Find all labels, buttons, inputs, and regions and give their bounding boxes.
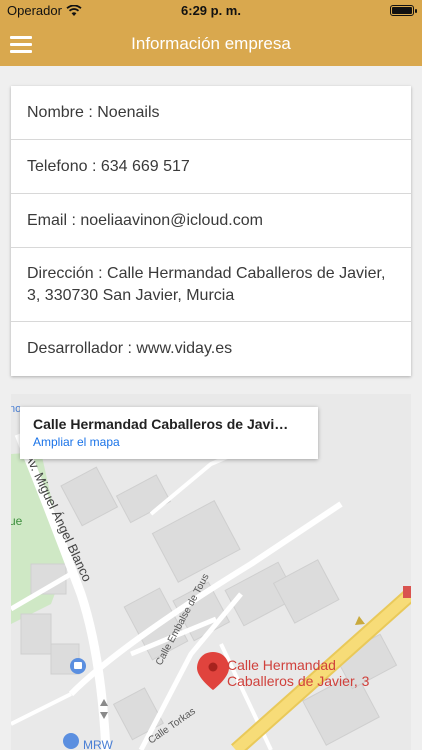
email-text: Email : noeliaavinon@icloud.com xyxy=(27,211,263,229)
mrw-poi-label: MRW xyxy=(83,738,113,750)
shopping-bag-icon xyxy=(74,662,82,669)
name-row: Nombre : Noenails xyxy=(11,86,411,140)
map-place-card: Calle Hermandad Caballeros de Javi… Ampl… xyxy=(20,407,318,459)
highway-marker xyxy=(403,586,411,598)
map-place-title: Calle Hermandad Caballeros de Javi… xyxy=(33,416,289,432)
map-edge-label-park: ue xyxy=(11,514,23,528)
address-text: Dirección : Calle Hermandad Caballeros d… xyxy=(27,264,386,304)
company-info-card: Nombre : Noenails Telefono : 634 669 517… xyxy=(11,86,411,376)
email-row[interactable]: Email : noeliaavinon@icloud.com xyxy=(11,194,411,248)
developer-row[interactable]: Desarrollador : www.viday.es xyxy=(11,322,411,376)
developer-text: Desarrollador : www.viday.es xyxy=(27,340,233,357)
name-text: Nombre : Noenails xyxy=(27,103,160,121)
status-time: 6:29 p. m. xyxy=(181,3,241,18)
enlarge-map-link[interactable]: Ampliar el mapa xyxy=(33,435,305,449)
page-title: Información empresa xyxy=(131,34,291,53)
pin-label-line1: Calle Hermandad xyxy=(227,657,336,673)
mrw-poi-icon[interactable] xyxy=(63,733,79,749)
address-row[interactable]: Dirección : Calle Hermandad Caballeros d… xyxy=(11,248,411,322)
pin-label-line2: Caballeros de Javier, 3 xyxy=(227,673,370,689)
phone-text: Telefono : 634 669 517 xyxy=(27,157,190,175)
phone-row[interactable]: Telefono : 634 669 517 xyxy=(11,140,411,194)
battery-icon xyxy=(390,5,417,16)
navigation-bar: Información empresa xyxy=(0,22,422,66)
status-bar: Operador 6:29 p. m. xyxy=(0,0,422,22)
